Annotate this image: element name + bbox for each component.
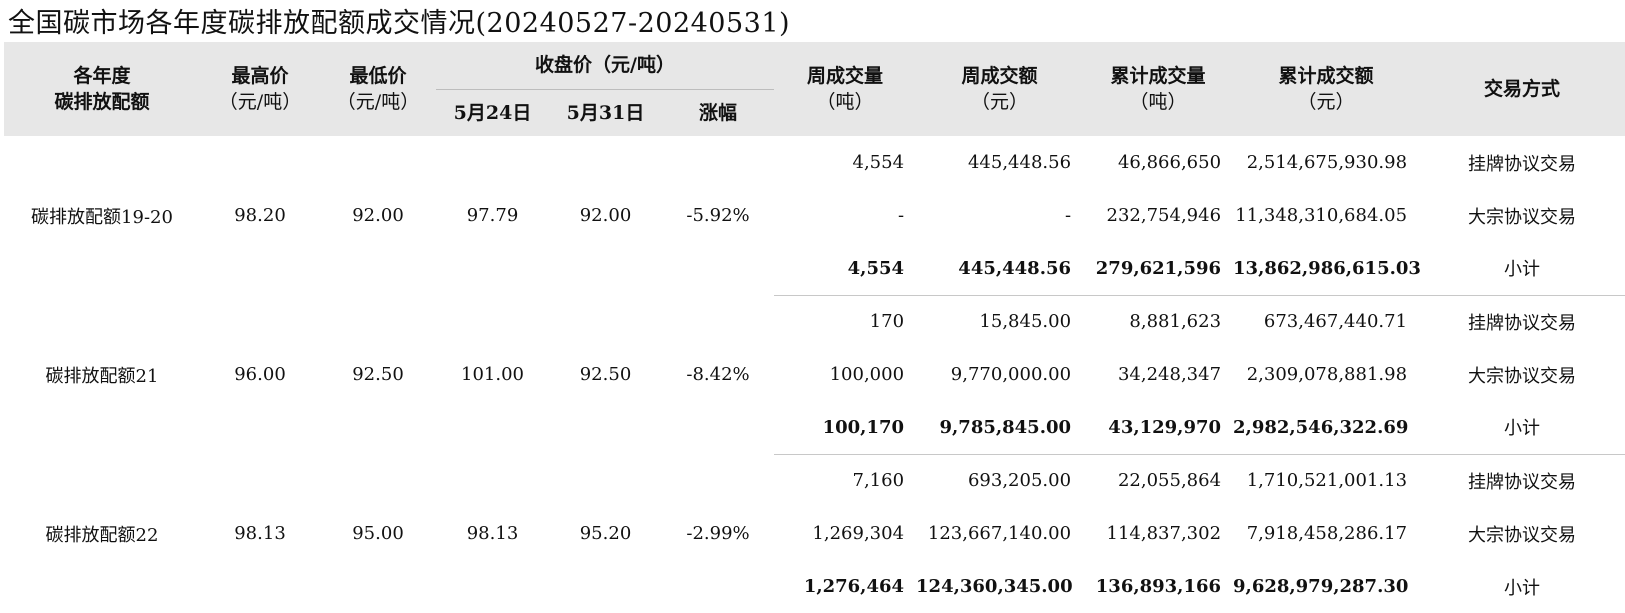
week-volume: 7,160	[852, 470, 905, 492]
cum-amount: 9,628,979,287.30	[1233, 576, 1409, 597]
high-price: 98.20	[234, 205, 286, 226]
trade-method: 小计	[1419, 242, 1625, 296]
header-week-volume: 周成交量 （吨）	[774, 42, 917, 136]
week-volume: 170	[869, 311, 905, 333]
week-amount: 123,667,140.00	[927, 523, 1072, 544]
cum-amount: 2,514,675,930.98	[1246, 152, 1408, 173]
header-change: 涨幅	[662, 88, 775, 136]
group-21: 碳排放配额21 96.00 92.50 101.00 92.50 -8.42% …	[4, 295, 1625, 455]
trade-method: 大宗协议交易	[1468, 524, 1577, 546]
group-22: 碳排放配额22 98.13 95.00 98.13 95.20 -2.99% 7…	[4, 454, 1625, 613]
trade-method: 大宗协议交易	[1468, 206, 1577, 228]
header-trade-method: 交易方式	[1419, 42, 1625, 136]
carbon-trading-table: 各年度 碳排放配额 最高价 （元/吨） 最低价 （元/吨） 收盘价（元/吨） 周成交量…	[4, 42, 1625, 613]
high-price: 98.13	[234, 523, 286, 544]
header-high-price: 最高价 （元/吨）	[200, 42, 320, 136]
allowance-name: 碳排放配额19-20	[31, 206, 173, 228]
change: -2.99%	[686, 523, 750, 544]
week-amount: 124,360,345.00	[916, 576, 1073, 597]
close-cur: 95.20	[579, 523, 632, 544]
header-cum-volume: 累计成交量 （吨）	[1083, 42, 1234, 136]
close-prev: 101.00	[461, 364, 524, 385]
cum-amount: 11,348,310,684.05	[1235, 205, 1408, 226]
table-header: 各年度 碳排放配额 最高价 （元/吨） 最低价 （元/吨） 收盘价（元/吨） 周成交量…	[4, 42, 1625, 136]
group-19-20: 碳排放配额19-20 98.20 92.00 97.79 92.00 -5.92…	[4, 136, 1625, 296]
low-price: 92.50	[352, 364, 404, 385]
week-amount: -	[1064, 205, 1072, 226]
cum-volume: 46,866,650	[1117, 152, 1222, 173]
week-volume: 4,554	[852, 152, 905, 173]
week-amount: 9,770,000.00	[950, 364, 1072, 385]
cum-amount: 7,918,458,286.17	[1246, 523, 1408, 544]
header-close-price: 收盘价（元/吨）	[436, 42, 775, 89]
allowance-name: 碳排放配额22	[45, 524, 159, 546]
header-allowance: 各年度 碳排放配额	[4, 42, 200, 136]
cum-amount: 2,982,546,322.69	[1233, 401, 1420, 455]
trade-method: 挂牌协议交易	[1468, 471, 1577, 493]
page-title: 全国碳市场各年度碳排放配额成交情况(20240527-20240531)	[8, 8, 791, 39]
cum-volume: 22,055,864	[1117, 470, 1222, 492]
week-volume: 100,000	[829, 364, 905, 385]
header-cum-amount: 累计成交额 （元）	[1233, 42, 1420, 136]
table-row: 碳排放配额22 98.13 95.00 98.13 95.20 -2.99% 7…	[4, 454, 1625, 545]
allowance-name: 碳排放配额21	[45, 365, 159, 387]
cum-volume: 136,893,166	[1095, 576, 1222, 597]
low-price: 92.00	[352, 205, 404, 226]
cum-amount: 13,862,986,615.03	[1233, 242, 1421, 296]
week-amount: 445,448.56	[967, 152, 1072, 173]
trade-method: 小计	[1419, 401, 1625, 455]
trade-method: 挂牌协议交易	[1468, 153, 1577, 175]
close-prev: 97.79	[466, 205, 519, 226]
close-cur: 92.50	[579, 364, 632, 385]
week-volume: -	[897, 205, 905, 226]
cum-amount: 1,710,521,001.13	[1246, 470, 1408, 492]
change: -5.92%	[686, 205, 750, 226]
header-week-amount: 周成交额 （元）	[916, 42, 1084, 136]
high-price: 96.00	[234, 364, 286, 385]
week-volume: 1,276,464	[803, 576, 905, 597]
trade-method: 大宗协议交易	[1468, 365, 1577, 387]
cum-volume: 279,621,596	[1083, 242, 1234, 296]
change: -8.42%	[686, 364, 750, 385]
table-row: 碳排放配额21 96.00 92.50 101.00 92.50 -8.42% …	[4, 295, 1625, 386]
table-row: 碳排放配额19-20 98.20 92.00 97.79 92.00 -5.92…	[4, 136, 1625, 228]
week-amount: 9,785,845.00	[916, 401, 1084, 455]
week-amount: 693,205.00	[967, 470, 1072, 492]
week-volume: 1,269,304	[812, 523, 905, 544]
cum-volume: 114,837,302	[1106, 523, 1222, 544]
cum-volume: 34,248,347	[1117, 364, 1222, 385]
week-volume: 100,170	[774, 401, 917, 455]
close-cur: 92.00	[579, 205, 632, 226]
cum-volume: 232,754,946	[1106, 205, 1222, 226]
week-volume: 4,554	[774, 242, 917, 296]
header-low-price: 最低价 （元/吨）	[320, 42, 436, 136]
trade-method: 小计	[1504, 577, 1541, 599]
cum-amount: 2,309,078,881.98	[1246, 364, 1408, 385]
low-price: 95.00	[352, 523, 404, 544]
week-amount: 445,448.56	[916, 242, 1084, 296]
cum-amount: 673,467,440.71	[1263, 311, 1408, 333]
header-close-prev: 5月24日	[436, 88, 549, 136]
header-close-cur: 5月31日	[549, 88, 662, 136]
close-prev: 98.13	[466, 523, 519, 544]
trade-method: 挂牌协议交易	[1468, 312, 1577, 334]
cum-volume: 8,881,623	[1129, 311, 1222, 333]
cum-volume: 43,129,970	[1083, 401, 1234, 455]
week-amount: 15,845.00	[979, 311, 1072, 333]
